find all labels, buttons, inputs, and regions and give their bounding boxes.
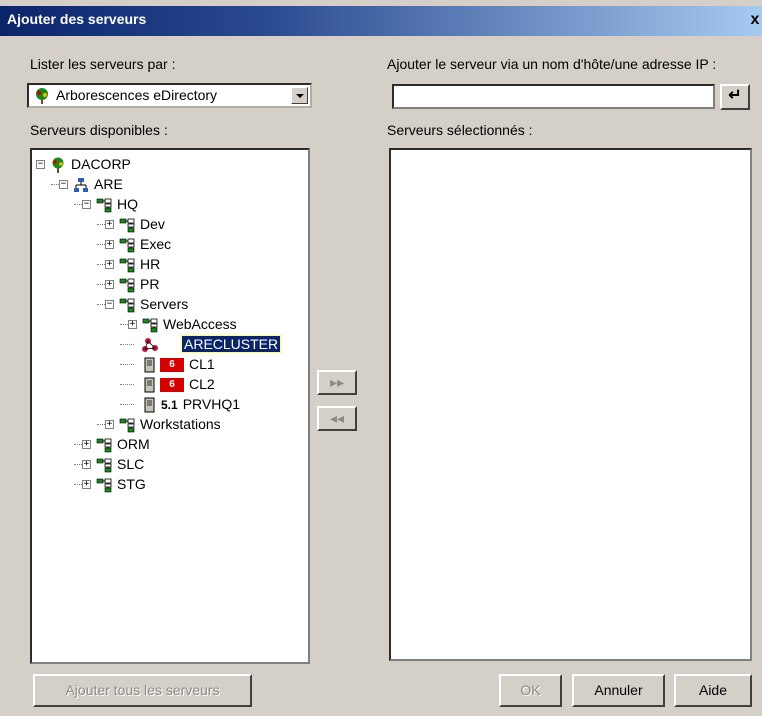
tree-item-servers[interactable]: Servers (119, 294, 188, 314)
org-unit-icon (96, 457, 112, 473)
org-unit-icon (142, 317, 158, 333)
expand-icon[interactable]: + (105, 280, 114, 289)
tree-item-label: SLC (117, 456, 145, 472)
collapse-icon[interactable]: − (82, 200, 91, 209)
org-unit-icon (119, 297, 135, 313)
tree-item-label: ARECLUSTER (180, 335, 282, 353)
tree-item-webaccess[interactable]: WebAccess (142, 314, 237, 334)
tree-icon (36, 88, 48, 104)
org-unit-icon (119, 257, 135, 273)
cancel-button[interactable]: Annuler (572, 674, 665, 707)
tree-item-arecluster[interactable]: ARECLUSTER (142, 334, 282, 354)
tree-item-cl2[interactable]: 6 CL2 (142, 374, 215, 394)
tree-connector (120, 344, 134, 345)
tree-item-label: STG (117, 476, 146, 492)
collapse-icon[interactable]: − (105, 300, 114, 309)
list-by-select[interactable]: Arborescences eDirectory (27, 83, 312, 108)
tree-connector (120, 364, 134, 365)
server-icon (142, 377, 158, 393)
tree-item-are[interactable]: ARE (73, 174, 123, 194)
expand-icon[interactable]: + (105, 240, 114, 249)
tree-item-hq[interactable]: HQ (96, 194, 138, 214)
tree-item-label: CL1 (189, 356, 215, 372)
tree-item-exec[interactable]: Exec (119, 234, 171, 254)
available-servers-tree[interactable]: − DACORP − ARE − HQ + Dev + Exec + HR + PR − Servers + We… (30, 148, 310, 664)
org-unit-icon (119, 417, 135, 433)
org-unit-icon (119, 237, 135, 253)
org-unit-icon (119, 217, 135, 233)
org-unit-icon (96, 197, 112, 213)
tree-item-label: WebAccess (163, 316, 237, 332)
expand-icon[interactable]: + (105, 260, 114, 269)
tree-item-label: PRVHQ1 (182, 396, 241, 412)
tree-item-label: ARE (94, 176, 123, 192)
list-by-label: Lister les serveurs par : (30, 56, 176, 72)
chevron-down-icon[interactable] (291, 87, 308, 104)
tree-connector (120, 384, 134, 385)
tree-item-orm[interactable]: ORM (96, 434, 150, 454)
tree-item-cl1[interactable]: 6 CL1 (142, 354, 215, 374)
enter-button[interactable]: ↵ (720, 84, 750, 110)
expand-icon[interactable]: + (82, 460, 91, 469)
add-servers-dialog: Ajouter des serveurs x Lister les serveu… (0, 0, 762, 716)
tree-connector (120, 404, 134, 405)
collapse-icon[interactable]: − (36, 160, 45, 169)
expand-icon[interactable]: + (82, 440, 91, 449)
tree-item-dev[interactable]: Dev (119, 214, 165, 234)
hostname-input[interactable] (392, 84, 715, 109)
remove-selected-button[interactable]: ◂◂ (317, 406, 357, 431)
list-by-value: Arborescences eDirectory (56, 87, 218, 103)
tree-item-label: Exec (140, 236, 172, 252)
double-right-arrow-icon: ▸▸ (329, 374, 345, 390)
server-icon (142, 357, 158, 373)
server-icon (142, 397, 158, 413)
close-icon[interactable]: x (746, 10, 762, 30)
network-icon (73, 177, 89, 193)
tree-item-label: HQ (117, 196, 138, 212)
tree-item-pr[interactable]: PR (119, 274, 159, 294)
tree-item-label: DACORP (71, 156, 131, 172)
cluster-icon (142, 337, 158, 353)
tree-item-label: CL2 (189, 376, 215, 392)
ok-button[interactable]: OK (499, 674, 562, 707)
expand-icon[interactable]: + (128, 320, 137, 329)
org-unit-icon (119, 277, 135, 293)
version-label: 5.1 (161, 398, 178, 412)
tree-item-label: PR (140, 276, 160, 292)
dialog-title: Ajouter des serveurs (7, 11, 147, 27)
tree-item-slc[interactable]: SLC (96, 454, 144, 474)
help-button[interactable]: Aide (674, 674, 752, 707)
version-badge: 6 (160, 378, 184, 393)
expand-icon[interactable]: + (82, 480, 91, 489)
available-servers-label: Serveurs disponibles : (30, 122, 168, 138)
tree-item-label: Workstations (140, 416, 221, 432)
add-selected-button[interactable]: ▸▸ (317, 370, 357, 395)
version-badge: 6 (160, 358, 184, 373)
tree-item-prvhq1[interactable]: 5.1 PRVHQ1 (142, 394, 240, 414)
tree-item-hr[interactable]: HR (119, 254, 160, 274)
tree-item-label: Servers (140, 296, 189, 312)
tree-icon (50, 157, 66, 174)
org-unit-icon (96, 477, 112, 493)
tree-item-label: Dev (140, 216, 165, 232)
expand-icon[interactable]: + (105, 420, 114, 429)
tree-item-workstations[interactable]: Workstations (119, 414, 221, 434)
selected-servers-label: Serveurs sélectionnés : (387, 122, 533, 138)
selected-servers-list[interactable] (389, 148, 752, 661)
title-bar[interactable]: Ajouter des serveurs x (0, 6, 762, 36)
tree-item-stg[interactable]: STG (96, 474, 146, 494)
org-unit-icon (96, 437, 112, 453)
double-left-arrow-icon: ◂◂ (329, 410, 345, 426)
add-all-servers-button[interactable]: Ajouter tous les serveurs (33, 674, 252, 707)
add-host-label: Ajouter le serveur via un nom d'hôte/une… (387, 56, 717, 72)
tree-item-dacorp[interactable]: DACORP (50, 154, 131, 174)
collapse-icon[interactable]: − (59, 180, 68, 189)
tree-item-label: ORM (117, 436, 150, 452)
tree-item-label: HR (140, 256, 161, 272)
expand-icon[interactable]: + (105, 220, 114, 229)
